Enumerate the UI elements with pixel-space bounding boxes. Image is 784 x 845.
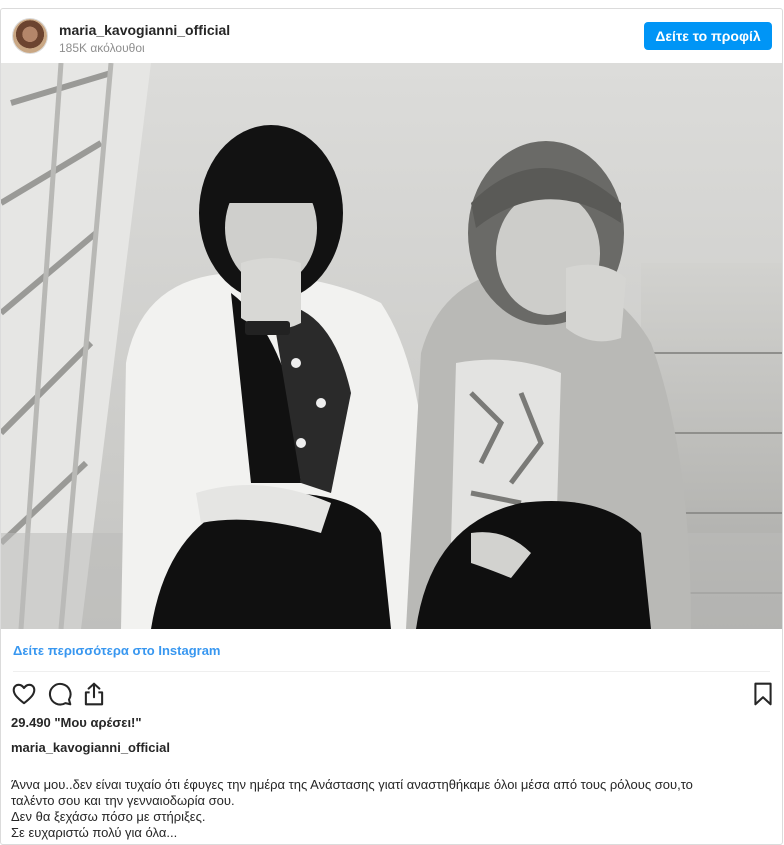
follower-count: 185K ακόλουθοι	[59, 41, 145, 55]
caption-username[interactable]: maria_kavogianni_official	[11, 740, 170, 755]
avatar[interactable]	[13, 19, 47, 53]
instagram-embed: maria_kavogianni_official 185K ακόλουθοι…	[0, 8, 783, 845]
photo-illustration	[1, 63, 782, 629]
like-count[interactable]: 29.490 "Μου αρέσει!"	[11, 715, 142, 730]
caption-line: Δεν θα ξεχάσω πόσο με στήριξες.	[11, 809, 206, 824]
comment-icon[interactable]	[47, 681, 73, 707]
post-actions	[1, 681, 782, 711]
heart-icon[interactable]	[11, 681, 37, 707]
post-photo[interactable]	[1, 63, 782, 629]
caption-line: ταλέντο σου και την γενναιοδωρία σου.	[11, 793, 235, 808]
caption-line: Άννα μου..δεν είναι τυχαίο ότι έφυγες τη…	[11, 777, 693, 792]
view-more-on-instagram-link[interactable]: Δείτε περισσότερα στο Instagram	[13, 643, 221, 658]
divider	[13, 671, 770, 672]
view-profile-button[interactable]: Δείτε το προφίλ	[644, 22, 772, 50]
header-username[interactable]: maria_kavogianni_official	[59, 22, 230, 38]
post-header: maria_kavogianni_official 185K ακόλουθοι…	[1, 9, 782, 63]
post-caption: Άννα μου..δεν είναι τυχαίο ότι έφυγες τη…	[11, 777, 781, 841]
caption-line: Σε ευχαριστώ πολύ για όλα...	[11, 825, 178, 840]
bookmark-icon[interactable]	[750, 681, 776, 707]
share-icon[interactable]	[81, 681, 107, 707]
